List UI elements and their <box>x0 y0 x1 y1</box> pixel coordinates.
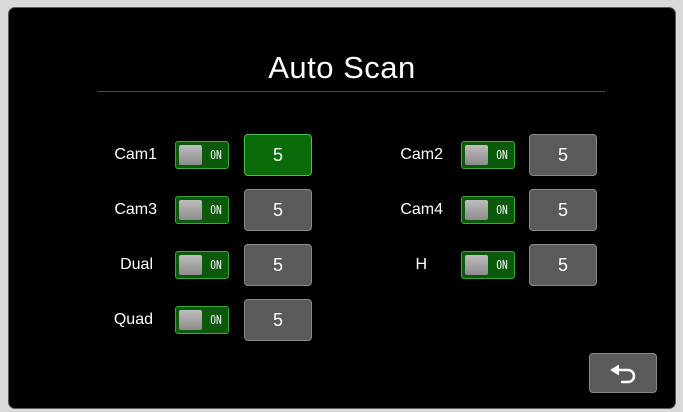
toggle-knob <box>465 255 488 275</box>
toggle-state: ON <box>210 258 222 272</box>
label-h: H <box>415 256 427 273</box>
toggle-state: ON <box>210 313 222 327</box>
label-quad: Quad <box>113 311 153 328</box>
toggle-knob <box>179 310 202 330</box>
toggle-cam1[interactable]: ON <box>175 141 229 169</box>
dwell-time-cam3-button[interactable]: 5 <box>244 189 312 231</box>
toggle-h[interactable]: ON <box>461 251 515 279</box>
toggle-knob <box>465 145 488 165</box>
page-title: Auto Scan <box>268 50 416 85</box>
toggle-knob <box>465 200 488 220</box>
dwell-time-cam4-button[interactable]: 5 <box>529 189 597 231</box>
toggle-state: ON <box>496 203 508 217</box>
toggle-cam2[interactable]: ON <box>461 141 515 169</box>
dwell-time-h-button[interactable]: 5 <box>529 244 597 286</box>
toggle-quad[interactable]: ON <box>175 306 229 334</box>
back-button[interactable] <box>589 353 657 393</box>
toggle-cam4[interactable]: ON <box>461 196 515 224</box>
toggle-state: ON <box>496 148 508 162</box>
toggle-state: ON <box>496 258 508 272</box>
title-divider <box>97 91 605 92</box>
toggle-state: ON <box>210 203 222 217</box>
label-cam3: Cam3 <box>114 201 157 218</box>
label-cam2: Cam2 <box>400 146 443 163</box>
auto-scan-screen: Auto Scan Cam1 ON 5 Cam3 ON 5 Dual ON 5 … <box>9 8 675 408</box>
toggle-knob <box>179 200 202 220</box>
return-arrow-icon <box>610 364 636 384</box>
dwell-time-quad-button[interactable]: 5 <box>244 299 312 341</box>
dwell-time-cam2-button[interactable]: 5 <box>529 134 597 176</box>
label-cam4: Cam4 <box>400 201 443 218</box>
toggle-knob <box>179 255 202 275</box>
toggle-state: ON <box>210 148 222 162</box>
dwell-time-dual-button[interactable]: 5 <box>244 244 312 286</box>
dwell-time-cam1-button[interactable]: 5 <box>244 134 312 176</box>
label-dual: Dual <box>120 256 153 273</box>
toggle-cam3[interactable]: ON <box>175 196 229 224</box>
toggle-dual[interactable]: ON <box>175 251 229 279</box>
label-cam1: Cam1 <box>114 146 157 163</box>
toggle-knob <box>179 145 202 165</box>
